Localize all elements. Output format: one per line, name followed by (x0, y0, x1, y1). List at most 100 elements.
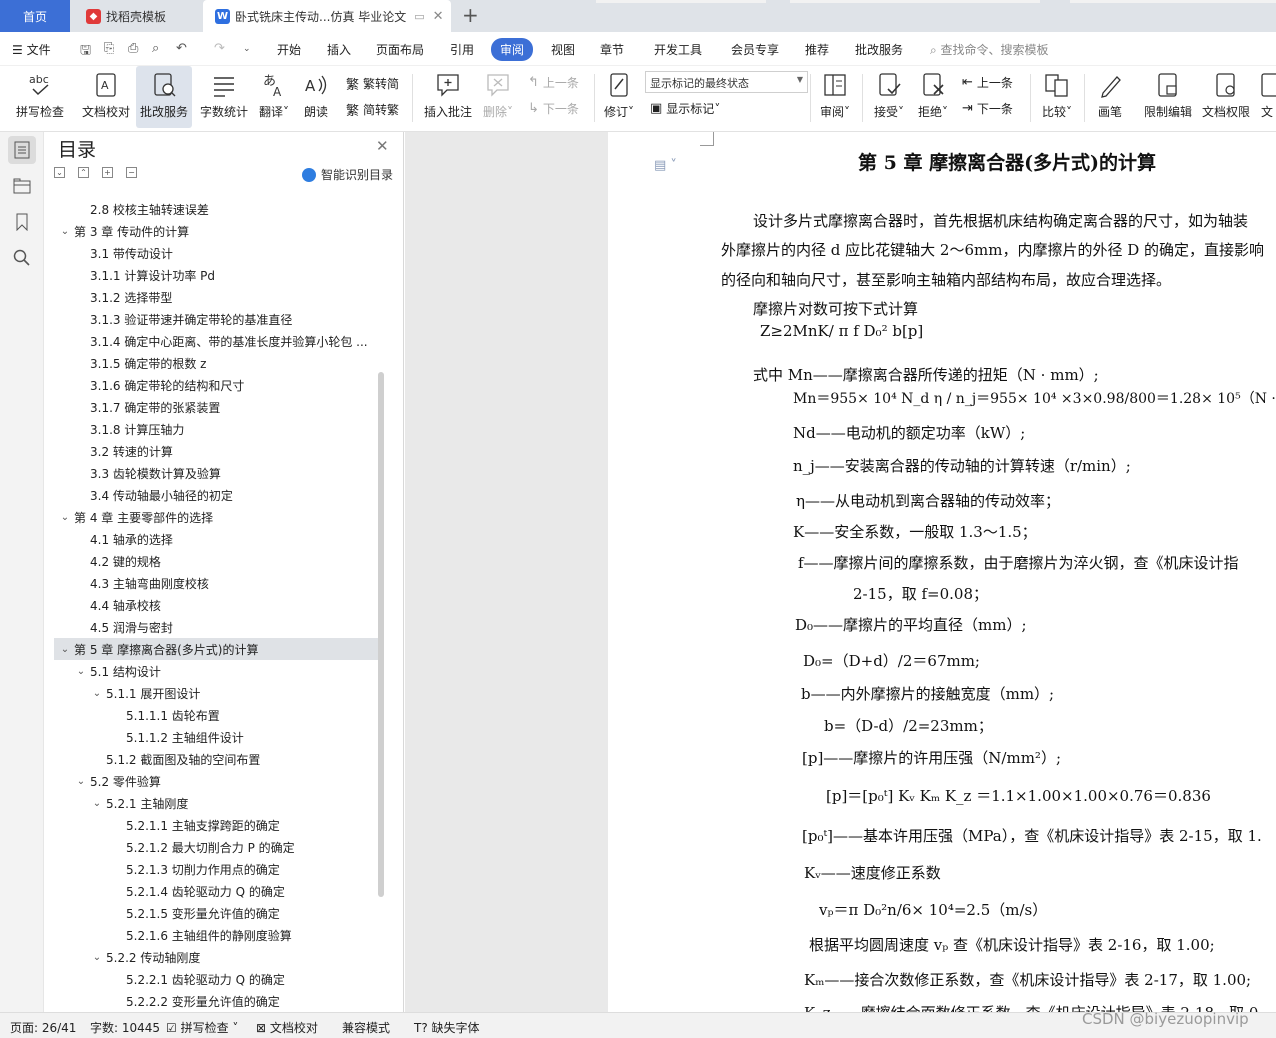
missing-font-status[interactable]: T? 缺失字体 (414, 1019, 480, 1036)
revise-button[interactable]: 修订˅ (600, 66, 638, 128)
chevron-down-icon[interactable]: ⌄ (90, 688, 104, 699)
reject-button[interactable]: 拒绝˅ (914, 66, 952, 128)
close-icon[interactable]: ✕ (433, 9, 444, 24)
toc-item[interactable]: ⌄ 5.2.2 传动轴刚度 (54, 946, 380, 968)
toc-item[interactable]: 3.1 带传动设计 (54, 242, 380, 264)
chapter-nav-icon[interactable] (8, 172, 36, 200)
toc-item[interactable]: 5.2.1.4 齿轮驱动力 Q 的确定 (54, 880, 380, 902)
toc-item[interactable]: 4.5 润滑与密封 (54, 616, 380, 638)
toc-item[interactable]: 5.2.1.3 切削力作用点的确定 (54, 858, 380, 880)
compare-button[interactable]: 比较˅ (1036, 66, 1078, 128)
toc-item[interactable]: ⌄ 5.1.1 展开图设计 (54, 682, 380, 704)
toc-item[interactable]: 3.3 齿轮模数计算及验算 (54, 462, 380, 484)
toc-item[interactable]: ⌄ 第 3 章 传动件的计算 (54, 220, 380, 242)
chevron-down-icon[interactable]: ⌄ (90, 952, 104, 963)
toc-item[interactable]: 5.2.1.6 主轴组件的静刚度验算 (54, 924, 380, 946)
print-preview-icon[interactable]: ⌕ (152, 41, 159, 56)
file-menu[interactable]: ☰ 文件 (12, 41, 51, 58)
correction-service-button[interactable]: 批改服务 (136, 66, 192, 128)
redo-icon[interactable]: ↷ (214, 41, 225, 56)
remove-heading-icon[interactable]: − (126, 167, 137, 178)
chevron-down-icon[interactable]: ⌄ (58, 226, 72, 237)
toc-panel-icon[interactable] (8, 136, 36, 164)
toc-item[interactable]: 5.2.2.2 变形量允许值的确定 (54, 990, 380, 1012)
toc-item[interactable]: 2.8 校核主轴转速误差 (54, 198, 380, 220)
menu-recommend[interactable]: 推荐 (805, 41, 829, 58)
spellcheck-status[interactable]: ☑ 拼写检查 ˅ (166, 1019, 238, 1036)
simp-to-trad-button[interactable]: 繁简转繁 (346, 100, 399, 119)
tab-template[interactable]: ◆ 找稻壳模板 (72, 0, 200, 32)
doc-more-button[interactable]: 文 (1258, 66, 1276, 128)
toc-item[interactable]: ⌄ 5.2 零件验算 (54, 770, 380, 792)
menu-reference[interactable]: 引用 (450, 41, 474, 58)
chevron-down-icon[interactable]: ⌄ (74, 776, 88, 787)
toc-item[interactable]: 5.1.2 截面图及轴的空间布置 (54, 748, 380, 770)
menu-start[interactable]: 开始 (277, 41, 301, 58)
toc-item[interactable]: 3.1.3 验证带速并确定带轮的基准直径 (54, 308, 380, 330)
menu-layout[interactable]: 页面布局 (376, 41, 424, 58)
smart-toc-button[interactable]: 智能识别目录 (302, 166, 393, 183)
toc-item[interactable]: 4.3 主轴弯曲刚度校核 (54, 572, 380, 594)
prev-comment-button[interactable]: ↰ 上一条 (528, 74, 579, 91)
doc-outline-icon[interactable]: ▤ ˅ (654, 158, 677, 173)
doc-proof-button[interactable]: A 文档校对 (78, 66, 134, 128)
trad-to-simp-button[interactable]: 繁繁转简 (346, 74, 399, 93)
menu-devtools[interactable]: 开发工具 (654, 41, 702, 58)
next-comment-button[interactable]: ↳ 下一条 (528, 100, 579, 117)
proof-status[interactable]: ⊠ 文档校对 (256, 1019, 318, 1036)
toc-item[interactable]: 3.1.1 计算设计功率 Pd (54, 264, 380, 286)
next-change-button[interactable]: ⇥ 下一条 (962, 100, 1013, 117)
toc-item[interactable]: ⌄ 第 4 章 主要零部件的选择 (54, 506, 380, 528)
tab-home[interactable]: 首页 (0, 0, 70, 32)
toc-item[interactable]: ⌄ 第 5 章 摩擦离合器(多片式)的计算 (54, 638, 380, 660)
toc-item[interactable]: 3.1.7 确定带的张紧装置 (54, 396, 380, 418)
expand-all-icon[interactable]: ⌃ (78, 167, 89, 178)
page-indicator[interactable]: 页面: 26/41 (10, 1019, 76, 1036)
toc-scrollbar[interactable] (378, 372, 384, 897)
word-count-button[interactable]: 字数统计 (196, 66, 252, 128)
spellcheck-button[interactable]: abc 拼写检查 (10, 66, 70, 128)
bookmark-icon[interactable] (8, 208, 36, 236)
undo-icon[interactable]: ↶ (176, 41, 187, 56)
translate-button[interactable]: あA 翻译˅ (256, 66, 292, 128)
close-icon[interactable]: ✕ (376, 137, 389, 155)
restrict-edit-button[interactable]: 限制编辑 (1140, 66, 1196, 128)
toc-item[interactable]: 5.2.2.1 齿轮驱动力 Q 的确定 (54, 968, 380, 990)
chevron-down-icon[interactable]: ⌄ (243, 44, 251, 54)
chevron-down-icon[interactable]: ⌄ (74, 666, 88, 677)
menu-insert[interactable]: 插入 (327, 41, 351, 58)
toc-item[interactable]: 5.2.1.1 主轴支撑跨距的确定 (54, 814, 380, 836)
accept-button[interactable]: 接受˅ (870, 66, 908, 128)
toc-item[interactable]: 4.4 轴承校核 (54, 594, 380, 616)
toc-item[interactable]: 3.2 转速的计算 (54, 440, 380, 462)
command-search[interactable]: ⌕ 查找命令、搜索模板 (930, 41, 1049, 58)
delete-comment-button[interactable]: 删除˅ (480, 66, 516, 128)
toc-item[interactable]: 3.1.4 确定中心距离、带的基准长度并验算小轮包 ... (54, 330, 380, 352)
menu-correction[interactable]: 批改服务 (855, 41, 903, 58)
print-icon[interactable]: ⎙ (128, 41, 138, 56)
read-aloud-button[interactable]: A 朗读 (300, 66, 332, 128)
prev-change-button[interactable]: ⇤ 上一条 (962, 74, 1013, 91)
pen-button[interactable]: 画笔 (1092, 66, 1128, 128)
menu-review[interactable]: 审阅 (491, 38, 534, 61)
toc-item[interactable]: 5.1.1.2 主轴组件设计 (54, 726, 380, 748)
collapse-all-icon[interactable]: ⌄ (54, 167, 65, 178)
toc-item[interactable]: ⌄ 5.1 结构设计 (54, 660, 380, 682)
markup-state-select[interactable]: 显示标记的最终状态 ▼ (645, 71, 808, 93)
toc-item[interactable]: 5.2.1.2 最大切削合力 P 的确定 (54, 836, 380, 858)
add-heading-icon[interactable]: + (102, 167, 113, 178)
menu-view[interactable]: 视图 (551, 41, 575, 58)
toc-item[interactable]: 3.1.2 选择带型 (54, 286, 380, 308)
toc-item[interactable]: 4.2 键的规格 (54, 550, 380, 572)
toc-item[interactable]: 5.2.1.5 变形量允许值的确定 (54, 902, 380, 924)
chevron-down-icon[interactable]: ⌄ (58, 512, 72, 523)
save-icon[interactable]: 🖫 (80, 41, 91, 63)
review-pane-button[interactable]: 审阅˅ (816, 66, 854, 128)
insert-comment-button[interactable]: 插入批注 (422, 66, 474, 128)
menu-member[interactable]: 会员专享 (731, 41, 779, 58)
toc-item[interactable]: 3.1.6 确定带轮的结构和尺寸 (54, 374, 380, 396)
show-markup-button[interactable]: ▣ 显示标记 ˅ (650, 100, 720, 117)
tab-document[interactable]: W 卧式铣床主传动...仿真 毕业论文 ▭ ✕ (203, 0, 451, 32)
toc-item[interactable]: 3.1.5 确定带的根数 z (54, 352, 380, 374)
toc-item[interactable]: 4.1 轴承的选择 (54, 528, 380, 550)
